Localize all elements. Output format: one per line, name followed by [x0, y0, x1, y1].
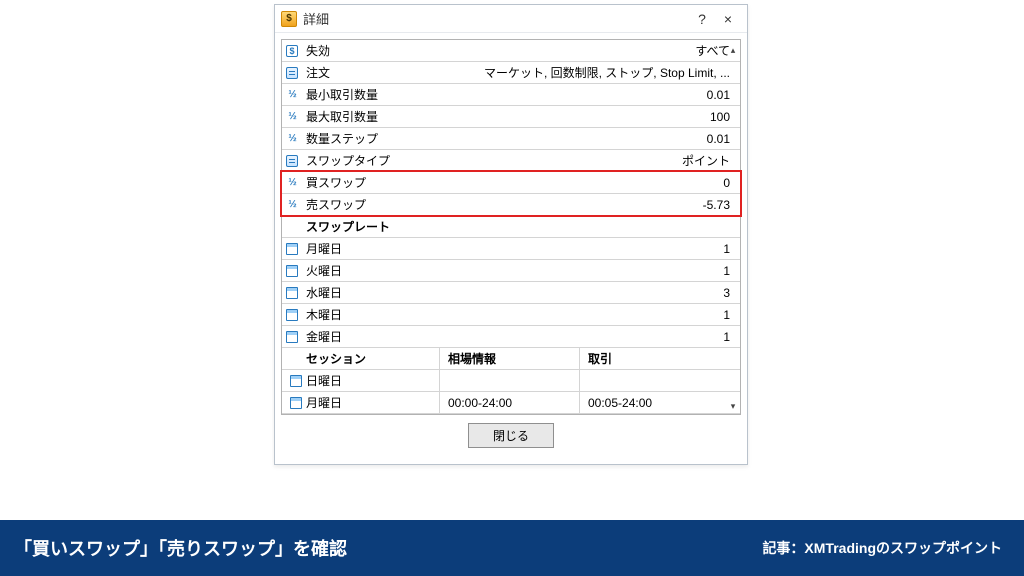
property-label: スワップタイプ: [302, 150, 670, 171]
annotation-banner: 「買いスワップ」「売りスワップ」を確認 記事：XMTradingのスワップポイン…: [0, 520, 1024, 576]
banner-left-text: 「買いスワップ」「売りスワップ」を確認: [14, 535, 347, 561]
scroll-up-icon[interactable]: ▴: [727, 41, 739, 60]
property-row[interactable]: ½数量ステップ0.01: [282, 128, 740, 150]
property-row[interactable]: ½買スワップ0: [282, 172, 740, 194]
property-label: 数量ステップ: [302, 128, 670, 149]
session-day: 日曜日: [306, 372, 342, 389]
titlebar: $ 詳細 ? ×: [275, 5, 747, 33]
session-header: セッション 相場情報取引: [282, 348, 740, 370]
help-button[interactable]: ?: [689, 8, 715, 30]
day-value: 3: [670, 282, 740, 303]
property-value: 100: [670, 106, 740, 127]
day-value: 1: [670, 326, 740, 347]
property-row[interactable]: ½最大取引数量100: [282, 106, 740, 128]
dialog-footer: 閉じる: [281, 415, 741, 458]
session-row[interactable]: 月曜日 00:00-24:0000:05-24:00: [282, 392, 740, 414]
calendar-icon: [282, 238, 302, 259]
calendar-icon: [282, 326, 302, 347]
fraction-icon: ½: [282, 84, 302, 105]
calendar-icon: [282, 260, 302, 281]
dialog-body: ▴ $失効すべて注文マーケット, 回数制限, ストップ, Stop Limit,…: [275, 33, 747, 464]
property-row[interactable]: ½最小取引数量0.01: [282, 84, 740, 106]
property-value: マーケット, 回数制限, ストップ, Stop Limit, ...: [480, 62, 740, 83]
day-label: 木曜日: [302, 304, 670, 325]
session-col1-label: セッション: [306, 350, 366, 367]
session-trade: 00:05-24:00: [580, 392, 740, 413]
property-value: 0: [670, 172, 740, 193]
day-value: 1: [670, 238, 740, 259]
details-dialog: $ 詳細 ? × ▴ $失効すべて注文マーケット, 回数制限, ストップ, St…: [274, 4, 748, 465]
day-value: 1: [670, 260, 740, 281]
property-label: 売スワップ: [302, 194, 670, 215]
calendar-icon: [286, 395, 306, 411]
day-label: 月曜日: [302, 238, 670, 259]
swap-rate-row[interactable]: 火曜日1: [282, 260, 740, 282]
close-window-button[interactable]: ×: [715, 8, 741, 30]
fraction-icon: ½: [282, 128, 302, 149]
app-icon: $: [281, 11, 297, 27]
fraction-icon: ½: [282, 172, 302, 193]
scroll-down-icon[interactable]: ▾: [727, 399, 739, 413]
property-row[interactable]: $失効すべて: [282, 40, 740, 62]
document-icon: [282, 150, 302, 171]
property-label: 買スワップ: [302, 172, 670, 193]
property-value: -5.73: [670, 194, 740, 215]
day-label: 水曜日: [302, 282, 670, 303]
properties-table: ▴ $失効すべて注文マーケット, 回数制限, ストップ, Stop Limit,…: [281, 39, 741, 415]
property-label: 最大取引数量: [302, 106, 670, 127]
swap-rate-row[interactable]: 水曜日3: [282, 282, 740, 304]
window-title: 詳細: [303, 9, 689, 28]
property-row[interactable]: スワップタイプポイント: [282, 150, 740, 172]
fraction-icon: ½: [282, 194, 302, 215]
property-label: 失効: [302, 40, 670, 61]
section-header-label: スワップレート: [302, 216, 740, 237]
session-quote: [440, 370, 580, 391]
property-row[interactable]: ½売スワップ-5.73: [282, 194, 740, 216]
property-value: 0.01: [670, 84, 740, 105]
swap-rate-row[interactable]: 木曜日1: [282, 304, 740, 326]
property-label: 最小取引数量: [302, 84, 670, 105]
session-trade: [580, 370, 740, 391]
session-day: 月曜日: [306, 394, 342, 411]
property-value: 0.01: [670, 128, 740, 149]
fraction-icon: ½: [282, 106, 302, 127]
property-label: 注文: [302, 62, 480, 83]
swap-rate-row[interactable]: 金曜日1: [282, 326, 740, 348]
session-col3-label: 取引: [580, 348, 740, 369]
day-label: 金曜日: [302, 326, 670, 347]
calendar-icon: [286, 373, 306, 389]
close-button[interactable]: 閉じる: [468, 423, 554, 448]
banner-right-text: 記事：XMTradingのスワップポイント: [762, 538, 1002, 558]
document-icon: [282, 62, 302, 83]
calendar-icon: [282, 282, 302, 303]
swap-rate-row[interactable]: 月曜日1: [282, 238, 740, 260]
currency-icon: $: [282, 40, 302, 61]
property-row[interactable]: 注文マーケット, 回数制限, ストップ, Stop Limit, ...: [282, 62, 740, 84]
day-value: 1: [670, 304, 740, 325]
swap-rate-header: スワップレート: [282, 216, 740, 238]
session-quote: 00:00-24:00: [440, 392, 580, 413]
session-row[interactable]: 日曜日: [282, 370, 740, 392]
session-col2-label: 相場情報: [440, 348, 580, 369]
day-label: 火曜日: [302, 260, 670, 281]
calendar-icon: [282, 304, 302, 325]
property-value: ポイント: [670, 150, 740, 171]
